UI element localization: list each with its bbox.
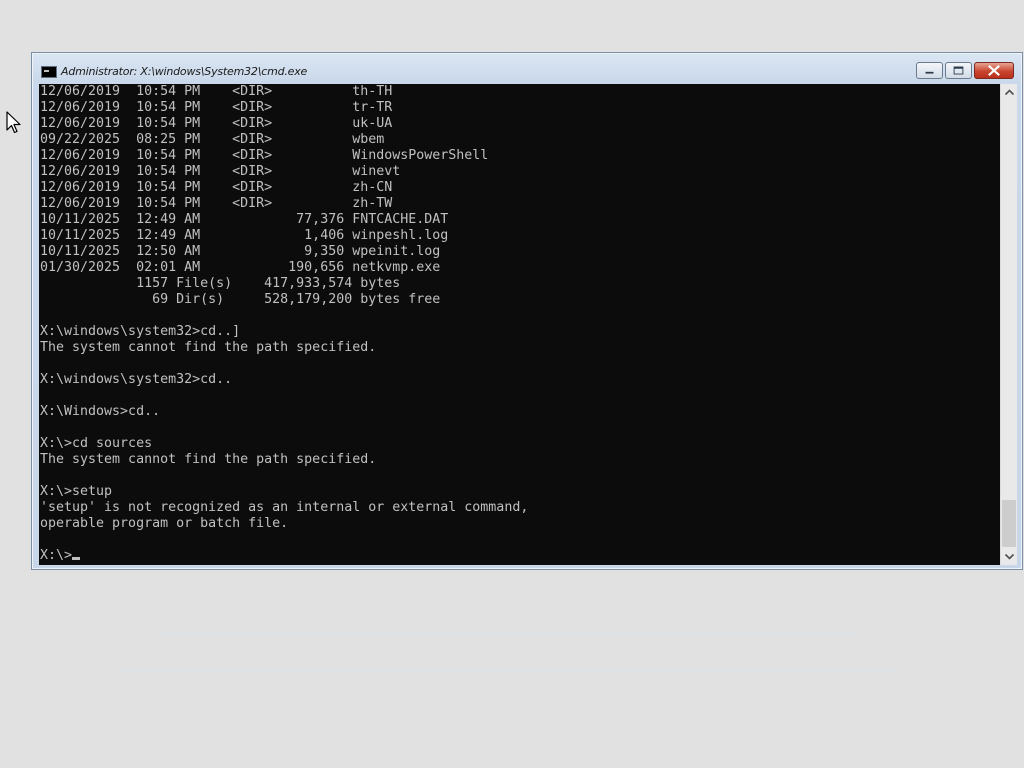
scroll-down-button[interactable] — [1001, 548, 1018, 565]
console-line: 01/30/2025 02:01 AM 190,656 netkvmp.exe — [40, 260, 441, 275]
console-line: 69 Dir(s) 528,179,200 bytes free — [40, 292, 441, 307]
console-line: 12/06/2019 10:54 PM <DIR> th-TH — [40, 84, 393, 99]
close-icon — [988, 65, 1000, 76]
vertical-scrollbar[interactable] — [1000, 84, 1017, 565]
console-line: X:\Windows>cd.. — [40, 404, 161, 419]
console-line: 09/22/2025 08:25 PM <DIR> wbem — [40, 132, 385, 147]
chevron-up-icon — [1004, 89, 1015, 96]
maximize-icon — [953, 66, 964, 75]
console-line: 12/06/2019 10:54 PM <DIR> zh-CN — [40, 180, 393, 195]
console-line: X:\>cd sources — [40, 436, 153, 451]
scroll-thumb[interactable] — [1002, 500, 1016, 547]
console-line: 10/11/2025 12:49 AM 1,406 winpeshl.log — [40, 228, 449, 243]
minimize-button[interactable] — [916, 62, 943, 79]
console-line: The system cannot find the path specifie… — [40, 452, 377, 467]
console-line: operable program or batch file. — [40, 516, 289, 531]
console-line: X:\windows\system32>cd..] — [40, 324, 241, 339]
console-prompt-line[interactable]: X:\> — [40, 548, 528, 564]
console-line: 12/06/2019 10:54 PM <DIR> WindowsPowerSh… — [40, 148, 489, 163]
console-line: X:\windows\system32>cd.. — [40, 372, 233, 387]
caption-buttons — [914, 62, 1014, 81]
minimize-icon — [925, 71, 934, 74]
console-line: 12/06/2019 10:54 PM <DIR> zh-TW — [40, 196, 393, 211]
console-output[interactable]: 12/06/2019 10:54 PM <DIR> th-TH 12/06/201… — [39, 84, 1000, 565]
console-line: X:\>setup — [40, 484, 113, 499]
text-caret — [72, 557, 81, 560]
cmd-icon[interactable] — [41, 66, 57, 78]
console-line: 1157 File(s) 417,933,574 bytes — [40, 276, 401, 291]
background-artifact — [120, 670, 900, 671]
background-artifact — [160, 634, 860, 635]
console-prompt: X:\> — [40, 548, 73, 563]
window-title: Administrator: X:\windows\System32\cmd.e… — [61, 65, 308, 78]
mouse-pointer-icon — [6, 111, 21, 134]
console-line: The system cannot find the path specifie… — [40, 340, 377, 355]
console-line: 12/06/2019 10:54 PM <DIR> tr-TR — [40, 100, 393, 115]
chevron-down-icon — [1004, 553, 1015, 560]
console-line: 12/06/2019 10:54 PM <DIR> winevt — [40, 164, 401, 179]
console-line: 12/06/2019 10:54 PM <DIR> uk-UA — [40, 116, 393, 131]
console-text: 12/06/2019 10:54 PM <DIR> th-TH 12/06/201… — [40, 84, 528, 564]
console-line: 10/11/2025 12:49 AM 77,376 FNTCACHE.DAT — [40, 212, 449, 227]
scroll-up-button[interactable] — [1001, 84, 1018, 101]
title-bar[interactable]: Administrator: X:\windows\System32\cmd.e… — [32, 53, 1022, 84]
cmd-window[interactable]: Administrator: X:\windows\System32\cmd.e… — [31, 52, 1023, 570]
console-line: 'setup' is not recognized as an internal… — [40, 500, 529, 515]
maximize-button[interactable] — [945, 62, 972, 79]
close-button[interactable] — [974, 62, 1014, 79]
console-line: 10/11/2025 12:50 AM 9,350 wpeinit.log — [40, 244, 441, 259]
